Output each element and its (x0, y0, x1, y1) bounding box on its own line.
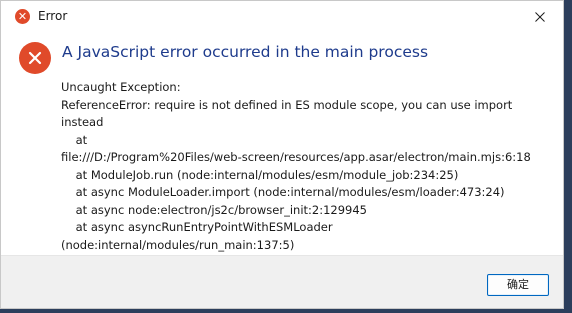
title-bar: ✕ Error (1, 1, 563, 32)
error-icon-large (19, 42, 51, 74)
dialog-heading: A JavaScript error occurred in the main … (62, 43, 429, 61)
error-dialog-window: ✕ Error A JavaScript error occurred in t… (0, 0, 564, 309)
error-message: Uncaught Exception: ReferenceError: requ… (61, 80, 531, 252)
close-icon (535, 11, 545, 22)
window-title: Error (38, 9, 68, 23)
dialog-content: A JavaScript error occurred in the main … (1, 32, 563, 255)
error-icon: ✕ (15, 9, 30, 24)
dialog-footer: 确定 (1, 255, 563, 308)
ok-button[interactable]: 确定 (487, 274, 549, 296)
close-button[interactable] (517, 1, 563, 32)
